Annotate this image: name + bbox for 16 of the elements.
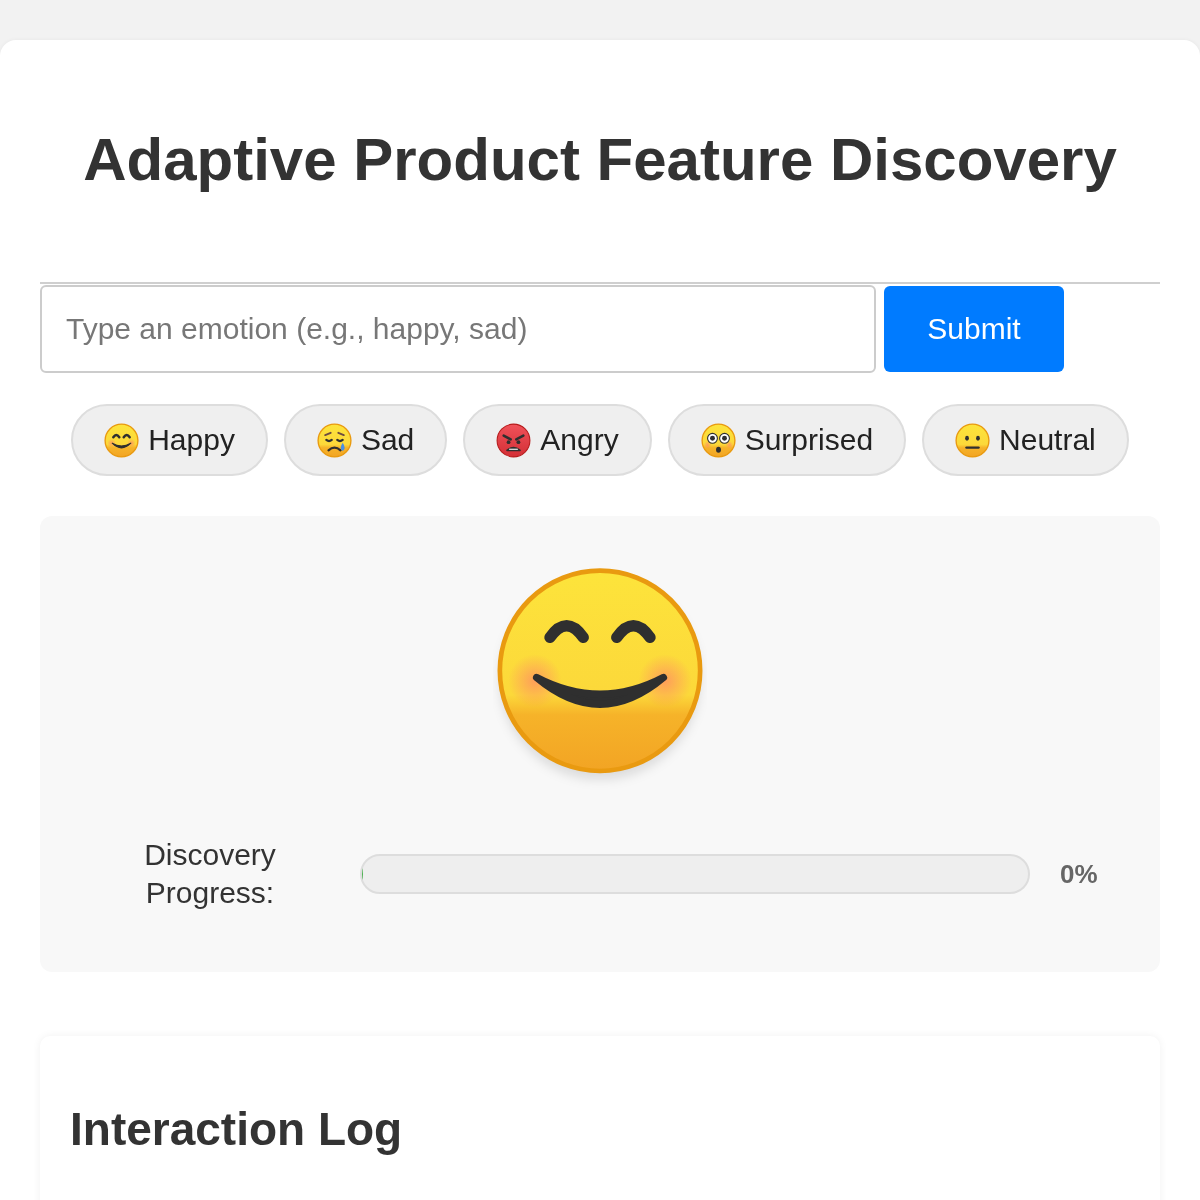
emotion-button[interactable]: Angry [463, 404, 652, 476]
smiling-face-icon [104, 422, 140, 458]
log-heading: Interaction Log [70, 1102, 403, 1157]
progress-percent: 0% [1060, 858, 1099, 890]
emotion-button[interactable]: Neutral [922, 404, 1129, 476]
emotion-button[interactable]: Surprised [667, 404, 907, 476]
emotion-button[interactable]: Happy [71, 404, 268, 476]
submit-button[interactable]: Submit [884, 286, 1064, 372]
page-title: Adaptive Product Feature Discovery [83, 125, 1117, 195]
crying-face-icon [316, 422, 352, 458]
emotion-input[interactable]: Type an emotion (e.g., happy, sad) [40, 285, 876, 373]
progress-label: Discovery Progress: [143, 837, 277, 911]
surprised-face-icon [700, 422, 736, 458]
neutral-face-icon [955, 422, 991, 458]
emotion-button[interactable]: Sad [283, 404, 448, 476]
angry-face-icon [496, 422, 532, 458]
